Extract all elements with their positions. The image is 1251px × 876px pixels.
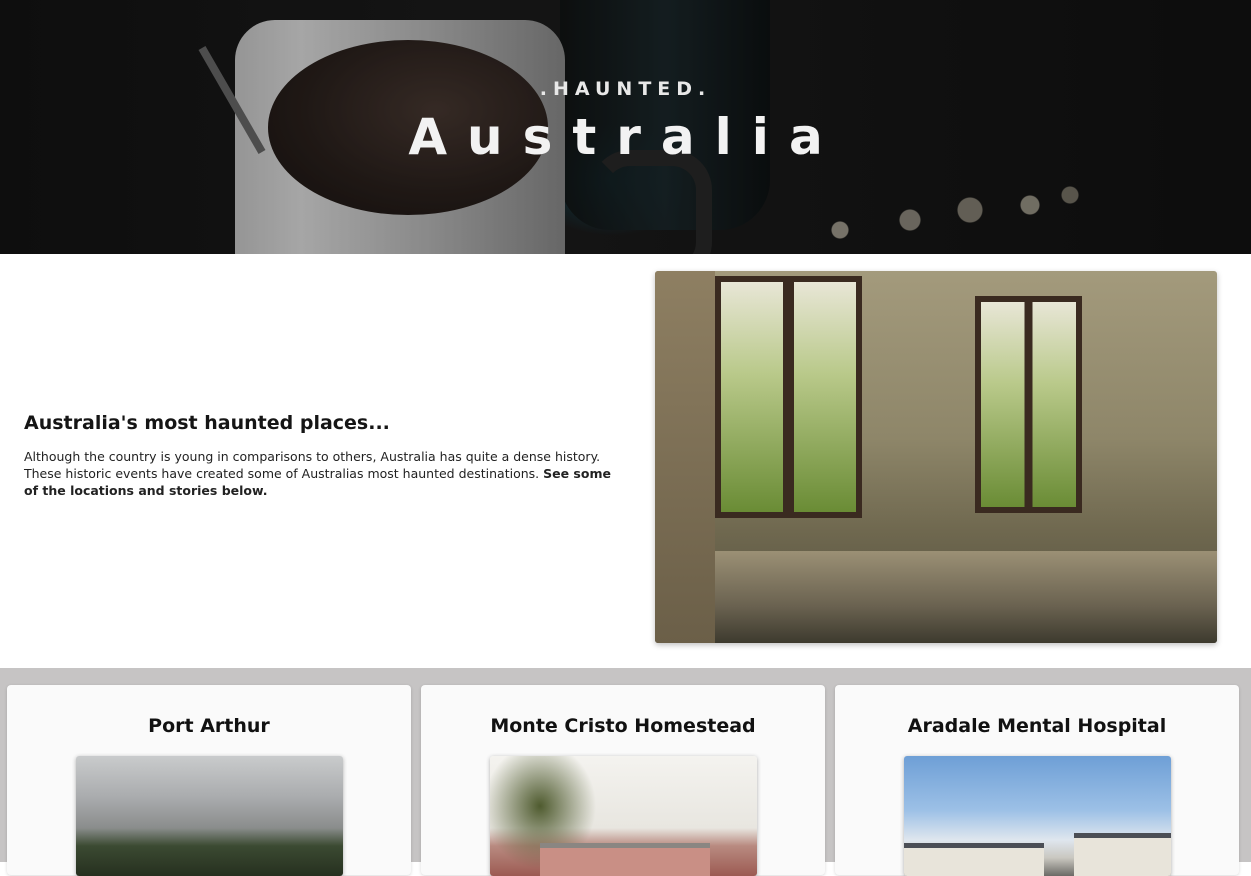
monte-cristo-image <box>490 756 757 876</box>
monte-cristo-building <box>540 843 710 876</box>
hero-subtitle: .HAUNTED. <box>539 78 712 100</box>
port-arthur-image <box>76 756 343 876</box>
intro-section: Australia's most haunted places... Altho… <box>0 254 1251 668</box>
photo-wall <box>655 271 715 643</box>
intro-heading: Australia's most haunted places... <box>24 412 390 434</box>
location-card-monte-cristo[interactable]: Monte Cristo Homestead <box>421 685 825 876</box>
intro-paragraph: Although the country is young in compari… <box>24 448 624 499</box>
aradale-building-left <box>904 843 1044 876</box>
locations-section: Port Arthur Monte Cristo Homestead Arada… <box>0 668 1251 876</box>
hero-banner: .HAUNTED. Australia <box>0 0 1251 254</box>
photo-window-right <box>975 296 1082 513</box>
card-title: Aradale Mental Hospital <box>907 715 1167 737</box>
abandoned-room-photo <box>655 271 1217 643</box>
hero-title: Australia <box>408 108 843 166</box>
photo-floor <box>715 551 1217 643</box>
intro-text-block: Australia's most haunted places... Altho… <box>24 412 624 499</box>
card-title: Port Arthur <box>148 715 270 737</box>
aradale-building-right <box>1074 833 1171 876</box>
card-title: Monte Cristo Homestead <box>490 715 756 737</box>
intro-paragraph-text: Although the country is young in compari… <box>24 449 601 481</box>
location-card-aradale[interactable]: Aradale Mental Hospital <box>835 685 1239 876</box>
photo-window-left <box>715 276 862 518</box>
location-card-port-arthur[interactable]: Port Arthur <box>7 685 411 876</box>
aradale-image <box>904 756 1171 876</box>
